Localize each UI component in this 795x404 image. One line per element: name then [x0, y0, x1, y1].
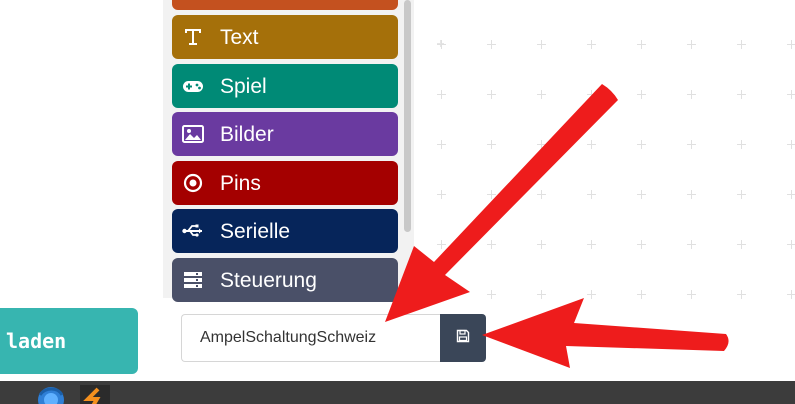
grid-plus	[787, 290, 795, 299]
grid-plus	[487, 290, 496, 299]
category-label: Steuerung	[220, 268, 317, 292]
grid-plus	[637, 290, 646, 299]
grid-plus	[687, 140, 696, 149]
grid-plus	[787, 90, 795, 99]
workspace-grid	[414, 0, 795, 299]
grid-plus	[687, 290, 696, 299]
grid-plus	[787, 240, 795, 249]
blocks-workspace[interactable]	[414, 0, 795, 299]
editor-screen: Text Spiel Bilder Pins Serielle Steuerun…	[0, 0, 795, 404]
load-button-label: laden	[6, 329, 67, 353]
project-name-input[interactable]	[181, 314, 441, 362]
grid-plus	[537, 240, 546, 249]
grid-plus	[787, 40, 795, 49]
browser-icon[interactable]	[36, 385, 66, 404]
grid-plus	[437, 240, 446, 249]
text-format-icon	[182, 26, 204, 48]
grid-plus	[487, 140, 496, 149]
grid-plus	[537, 190, 546, 199]
usb-icon	[182, 220, 204, 242]
category-steuerung[interactable]: Steuerung	[172, 258, 398, 302]
grid-plus	[637, 240, 646, 249]
grid-plus	[587, 90, 596, 99]
grid-plus	[437, 140, 446, 149]
grid-plus	[487, 90, 496, 99]
grid-plus	[787, 190, 795, 199]
grid-plus	[787, 140, 795, 149]
category-label: Bilder	[220, 122, 274, 146]
grid-plus	[537, 90, 546, 99]
grid-plus	[487, 40, 496, 49]
grid-plus	[537, 290, 546, 299]
target-icon	[182, 172, 204, 194]
grid-plus	[737, 240, 746, 249]
category-bilder[interactable]: Bilder	[172, 112, 398, 156]
grid-plus	[437, 190, 446, 199]
grid-plus	[737, 40, 746, 49]
grid-plus	[637, 40, 646, 49]
grid-plus	[737, 190, 746, 199]
grid-plus	[587, 240, 596, 249]
grid-plus	[537, 140, 546, 149]
image-icon	[182, 123, 204, 145]
grid-plus	[437, 90, 446, 99]
grid-plus	[487, 190, 496, 199]
grid-plus	[637, 190, 646, 199]
grid-plus	[637, 140, 646, 149]
grid-plus	[737, 90, 746, 99]
grid-plus	[687, 40, 696, 49]
category-partial[interactable]	[172, 0, 398, 10]
arrow-to-save	[482, 298, 729, 368]
grid-plus	[587, 40, 596, 49]
os-taskbar	[0, 381, 795, 404]
category-label: Pins	[220, 171, 261, 195]
grid-plus	[737, 140, 746, 149]
grid-plus	[687, 190, 696, 199]
grid-plus	[687, 90, 696, 99]
load-button[interactable]: laden	[0, 308, 138, 374]
grid-plus	[587, 290, 596, 299]
save-button[interactable]	[440, 314, 486, 362]
list-icon	[182, 269, 204, 291]
grid-plus	[487, 240, 496, 249]
category-label: Text	[220, 25, 259, 49]
category-text[interactable]: Text	[172, 15, 398, 59]
grid-plus	[587, 140, 596, 149]
grid-plus	[437, 290, 446, 299]
save-icon	[456, 329, 470, 348]
toolbox-scrollbar[interactable]	[404, 0, 411, 232]
app-icon[interactable]	[80, 385, 110, 404]
category-label: Serielle	[220, 219, 291, 243]
category-pins[interactable]: Pins	[172, 161, 398, 205]
grid-plus	[437, 40, 446, 49]
category-serielle[interactable]: Serielle	[172, 209, 398, 253]
grid-plus	[637, 90, 646, 99]
gamepad-icon	[182, 75, 204, 97]
grid-plus	[687, 240, 696, 249]
grid-plus	[537, 40, 546, 49]
category-label: Spiel	[220, 74, 267, 98]
grid-plus	[737, 290, 746, 299]
grid-plus	[587, 190, 596, 199]
category-spiel[interactable]: Spiel	[172, 64, 398, 108]
